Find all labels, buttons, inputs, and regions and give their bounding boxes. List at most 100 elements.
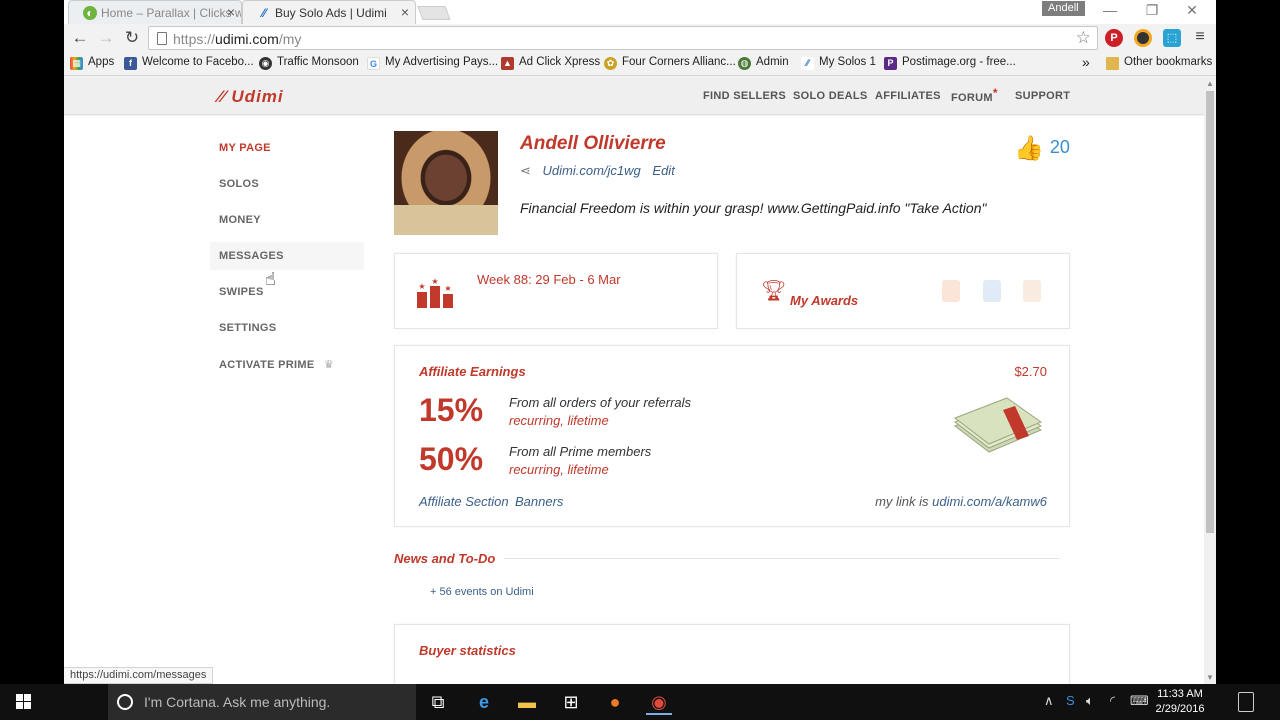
profile-button[interactable]: Andell bbox=[1042, 1, 1085, 16]
nav-support[interactable]: SUPPORT bbox=[1015, 90, 1070, 102]
referral-percent: 15% bbox=[419, 392, 484, 428]
close-tab-icon[interactable]: × bbox=[227, 4, 235, 20]
avatar[interactable] bbox=[394, 131, 498, 235]
thumbs-up-icon: 👍 bbox=[1014, 135, 1044, 162]
firefox-icon[interactable]: ● bbox=[602, 689, 628, 715]
browser-toolbar: ← → ↻ https://udimi.com/my ☆ P ⬚ ≡ bbox=[64, 24, 1216, 52]
bookmark-my-solos[interactable]: ⁄⁄ My Solos 1 bbox=[801, 56, 876, 70]
cortana-search-box[interactable]: I'm Cortana. Ask me anything. bbox=[108, 684, 416, 720]
restore-icon[interactable]: ❐ bbox=[1142, 2, 1162, 19]
file-explorer-icon[interactable]: ▬ bbox=[514, 689, 540, 715]
scroll-up-icon[interactable]: ▲ bbox=[1206, 79, 1214, 88]
windows-start-icon[interactable] bbox=[0, 684, 48, 720]
extension-blue-icon[interactable]: ⬚ bbox=[1163, 29, 1181, 47]
bookmark-postimage[interactable]: P Postimage.org - free... bbox=[884, 56, 1016, 70]
scrollbar-thumb[interactable] bbox=[1206, 91, 1214, 533]
keyboard-icon[interactable]: ⌨ bbox=[1130, 693, 1149, 709]
task-view-icon[interactable]: ⧉ bbox=[425, 689, 451, 715]
affiliate-section-link[interactable]: Affiliate Section bbox=[419, 494, 509, 509]
bookmark-label: My Advertising Pays... bbox=[385, 56, 499, 68]
my-link-url[interactable]: udimi.com/a/kamw6 bbox=[932, 494, 1047, 509]
skype-icon[interactable]: S bbox=[1066, 693, 1075, 708]
share-icon[interactable]: ⋖ bbox=[520, 163, 531, 178]
buyer-statistics-title: Buyer statistics bbox=[419, 643, 516, 658]
my-link-prefix: my link is bbox=[875, 494, 933, 509]
sidebar-item-swipes[interactable]: SWIPES bbox=[219, 286, 264, 298]
more-bookmarks-icon[interactable]: » bbox=[1082, 54, 1090, 70]
sidebar-item-messages[interactable]: MESSAGES bbox=[219, 250, 284, 262]
bookmark-four-corners[interactable]: ✿ Four Corners Allianc... bbox=[604, 56, 736, 70]
logo-mark-icon: ⁄⁄ bbox=[218, 87, 232, 106]
award-badge-icon bbox=[983, 280, 1001, 302]
bookmark-label: Admin bbox=[756, 56, 789, 68]
sidebar-item-solos[interactable]: SOLOS bbox=[219, 178, 259, 190]
menu-icon[interactable]: ≡ bbox=[1190, 28, 1210, 46]
profile-link[interactable]: Udimi.com/jc1wg bbox=[543, 163, 641, 178]
svg-text:★: ★ bbox=[444, 284, 451, 293]
bookmark-admin[interactable]: ◍ Admin bbox=[738, 56, 789, 70]
reload-icon[interactable]: ↻ bbox=[122, 28, 142, 48]
affiliate-earnings-card: Affiliate Earnings $2.70 15% From all or… bbox=[394, 345, 1070, 527]
bookmark-label: Postimage.org - free... bbox=[902, 56, 1016, 68]
tab-udimi[interactable]: ⁄⁄ Buy Solo Ads | Udimi × bbox=[242, 0, 416, 24]
pinterest-icon[interactable]: P bbox=[1105, 29, 1123, 47]
referral-description: From all orders of your referrals bbox=[509, 395, 692, 410]
action-center-icon[interactable] bbox=[1238, 692, 1254, 712]
traffic-monsoon-icon: ◉ bbox=[259, 57, 272, 70]
week-label[interactable]: Week 88: 29 Feb - 6 Mar bbox=[477, 272, 621, 287]
bookmark-label: Traffic Monsoon bbox=[277, 56, 359, 68]
tab-title: Home – Parallax | Clicks w bbox=[101, 6, 242, 20]
close-tab-icon[interactable]: × bbox=[401, 4, 409, 20]
folder-icon bbox=[1106, 57, 1119, 70]
star-icon[interactable]: ☆ bbox=[1076, 28, 1091, 48]
affiliate-amount: $2.70 bbox=[1014, 364, 1047, 379]
browser-window: ◐ Home – Parallax | Clicks w × ⁄⁄ Buy So… bbox=[64, 0, 1216, 684]
banners-link[interactable]: Banners bbox=[515, 494, 563, 509]
news-section-title: News and To-Do bbox=[394, 551, 496, 566]
sidebar-item-money[interactable]: MONEY bbox=[219, 214, 261, 226]
money-stack-icon bbox=[953, 397, 1043, 453]
wifi-icon[interactable]: ◜ bbox=[1110, 693, 1115, 709]
trophy-icon: 🏆︎ bbox=[761, 280, 787, 302]
news-events-link[interactable]: + 56 events on Udimi bbox=[430, 586, 534, 598]
close-window-icon[interactable]: ✕ bbox=[1182, 2, 1202, 19]
windows-taskbar: I'm Cortana. Ask me anything. ⧉ e ▬ ⊞ ● … bbox=[0, 684, 1280, 720]
awards-label[interactable]: My Awards bbox=[790, 293, 858, 308]
sidebar-item-activate-prime[interactable]: ACTIVATE PRIME ♛ bbox=[219, 358, 334, 371]
system-clock[interactable]: 11:33 AM 2/29/2016 bbox=[1148, 687, 1212, 717]
page-scrollbar[interactable]: ▲ ▼ bbox=[1204, 77, 1216, 684]
minimize-icon[interactable]: — bbox=[1100, 2, 1120, 18]
logo-text: Udimi bbox=[231, 87, 284, 106]
bookmark-ad-click-xpress[interactable]: ▲ Ad Click Xpress bbox=[501, 56, 600, 70]
prime-terms: recurring, lifetime bbox=[509, 462, 609, 477]
forward-icon[interactable]: → bbox=[96, 28, 116, 48]
extension-icon[interactable] bbox=[1134, 29, 1152, 47]
udimi-logo[interactable]: ⁄⁄ Udimi bbox=[218, 87, 284, 107]
crown-icon: ♛ bbox=[323, 359, 334, 371]
scroll-down-icon[interactable]: ▼ bbox=[1206, 673, 1214, 682]
edge-icon[interactable]: e bbox=[471, 689, 497, 715]
podium-icon: ★ ★ ★ bbox=[417, 278, 453, 308]
back-icon[interactable]: ← bbox=[70, 28, 90, 48]
sidebar-item-settings[interactable]: SETTINGS bbox=[219, 322, 276, 334]
clock-time: 11:33 AM bbox=[1157, 688, 1203, 700]
new-tab-button[interactable] bbox=[417, 6, 451, 20]
store-icon[interactable]: ⊞ bbox=[558, 689, 584, 715]
chrome-icon[interactable]: ◉ bbox=[646, 689, 672, 715]
bookmark-other[interactable]: Other bookmarks bbox=[1106, 56, 1212, 70]
nav-solo-deals[interactable]: SOLO DEALS bbox=[793, 90, 868, 102]
nav-find-sellers[interactable]: FIND SELLERS bbox=[703, 90, 786, 102]
tab-parallax[interactable]: ◐ Home – Parallax | Clicks w × bbox=[68, 0, 242, 24]
volume-icon[interactable]: 🔈︎ bbox=[1086, 693, 1094, 709]
bookmark-facebook[interactable]: f Welcome to Facebo... bbox=[124, 56, 254, 70]
sidebar-item-my-page[interactable]: MY PAGE bbox=[219, 142, 271, 154]
bookmark-traffic-monsoon[interactable]: ◉ Traffic Monsoon bbox=[259, 56, 359, 70]
address-bar[interactable]: https://udimi.com/my ☆ bbox=[148, 26, 1098, 50]
nav-affiliates[interactable]: AFFILIATES bbox=[875, 90, 941, 102]
edit-link[interactable]: Edit bbox=[652, 163, 674, 178]
likes-counter[interactable]: 👍 20 bbox=[1014, 134, 1070, 163]
bookmark-apps[interactable]: ▦ Apps bbox=[70, 56, 114, 70]
tray-overflow-icon[interactable]: ∧ bbox=[1044, 693, 1054, 709]
bookmark-my-advertising-pays[interactable]: G My Advertising Pays... bbox=[367, 56, 499, 70]
nav-forum[interactable]: FORUM* bbox=[951, 86, 998, 104]
